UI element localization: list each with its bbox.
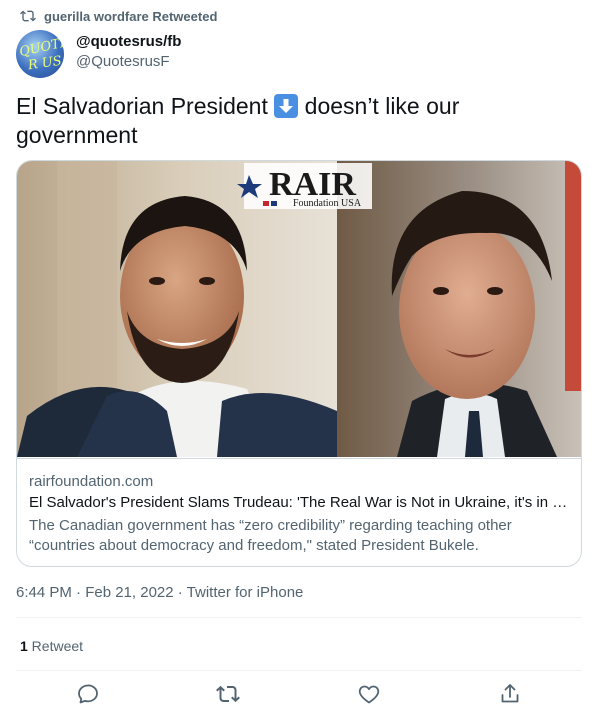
retweet-context[interactable]: guerilla wordfare Retweeted (20, 8, 217, 24)
retweet-stats[interactable]: 1 Retweet (20, 638, 83, 654)
divider (16, 617, 582, 618)
card-description: The Canadian government has “zero credib… (29, 517, 512, 554)
rair-logo-sub: Foundation USA (293, 198, 362, 209)
card-image[interactable]: RAIR Foundation USA (17, 161, 581, 457)
retweet-count: 1 (20, 638, 28, 654)
like-icon[interactable] (357, 682, 381, 706)
retweet-context-text: guerilla wordfare Retweeted (44, 8, 218, 24)
link-card[interactable]: RAIR Foundation USA rairfoundation.com E… (16, 160, 582, 567)
author-name[interactable]: @quotesrus/fb (76, 33, 181, 50)
tweet-timestamp[interactable]: 6:44 PM · Feb 21, 2022 · Twitter for iPh… (16, 584, 303, 601)
divider (16, 670, 582, 671)
author-handle[interactable]: @QuotesrusF (76, 53, 170, 70)
reply-icon[interactable] (76, 682, 100, 706)
retweet-icon (20, 10, 36, 22)
avatar[interactable]: QUOTES R US (16, 30, 64, 78)
card-title: El Salvador's President Slams Trudeau: '… (29, 494, 569, 511)
tweet-text-before: El Salvadorian President (16, 93, 275, 119)
avatar-text-bottom: R US (27, 53, 63, 74)
card-domain: rairfoundation.com (29, 473, 154, 490)
action-bar (0, 682, 598, 710)
tweet-text: El Salvadorian President doesn’t like ou… (16, 92, 576, 150)
share-icon[interactable] (498, 682, 522, 706)
card-meta[interactable]: rairfoundation.com El Salvador's Preside… (17, 458, 581, 566)
retweet-count-label: Retweet (27, 638, 84, 654)
down-arrow-emoji-icon (274, 94, 299, 118)
retweet-icon[interactable] (216, 682, 240, 706)
